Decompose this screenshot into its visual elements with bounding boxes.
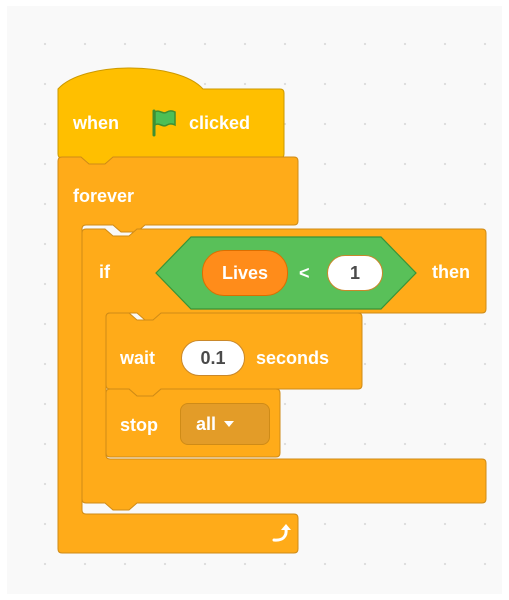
compare-value-input[interactable]: 1 [327,255,383,291]
code-area[interactable]: when clicked forever if Lives < 1 then w… [7,6,502,594]
lives-variable-reporter[interactable]: Lives [202,250,288,296]
less-than-operator[interactable]: Lives < 1 [155,236,417,310]
forever-label: forever [73,186,135,206]
when-label: when [73,113,120,133]
stop-label: stop [120,415,158,435]
stop-block[interactable]: stop all [105,388,286,461]
wait-label: wait [120,348,156,368]
wait-seconds-block[interactable]: wait 0.1 seconds [105,312,368,397]
dropdown-caret-icon [224,421,235,427]
when-flag-clicked-block[interactable]: when clicked [57,61,290,165]
stop-option-value: all [196,413,217,434]
clicked-label: clicked [189,113,251,133]
operator-label: < [299,263,310,283]
seconds-label: seconds [256,348,330,368]
wait-duration-input[interactable]: 0.1 [181,340,245,376]
then-label: then [432,262,470,282]
green-flag-icon [148,107,178,137]
stop-option-dropdown[interactable]: all [180,403,270,445]
if-label: if [99,262,110,282]
